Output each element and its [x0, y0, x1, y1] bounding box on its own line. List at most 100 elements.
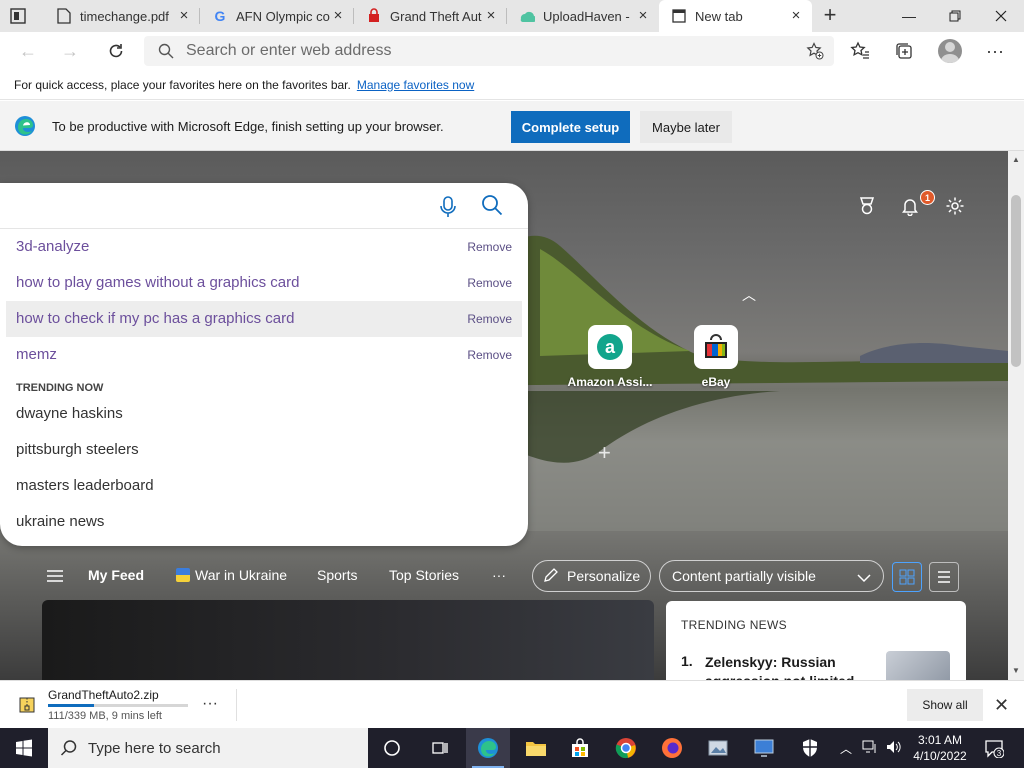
feed-tab-top-stories[interactable]: Top Stories [389, 567, 459, 583]
rewards-icon[interactable] [856, 195, 878, 217]
list-view-button[interactable] [929, 562, 959, 592]
tray-chevron-up-icon[interactable]: ︿ [840, 740, 852, 757]
history-suggestion[interactable]: memz Remove [6, 337, 522, 373]
uploadhaven-icon [519, 8, 535, 24]
add-favorite-icon[interactable] [806, 42, 824, 63]
monitor-app-icon[interactable] [742, 728, 786, 768]
tab-label: AFN Olympic co [236, 8, 330, 24]
close-icon[interactable]: × [483, 8, 499, 24]
pencil-icon [543, 567, 559, 586]
feed-tab-my-feed[interactable]: My Feed [88, 567, 144, 583]
store-icon[interactable] [558, 728, 602, 768]
scrollbar-thumb[interactable] [1011, 195, 1021, 367]
feed-hero-card[interactable] [42, 600, 654, 680]
toolbar: ← → ··· [0, 32, 1024, 70]
quick-link-amazon[interactable]: a Amazon Assi... [565, 325, 655, 389]
scroll-down-icon[interactable]: ▼ [1012, 666, 1020, 675]
show-all-button[interactable]: Show all [907, 689, 983, 721]
tab-afn-olympic[interactable]: G AFN Olympic co × [200, 0, 354, 32]
download-more-icon[interactable]: ··· [202, 695, 218, 713]
taskbar-clock[interactable]: 3:01 AM 4/10/2022 [912, 732, 968, 764]
tab-grand-theft-auto[interactable]: Grand Theft Aut × [354, 0, 507, 32]
remove-link[interactable]: Remove [467, 276, 512, 290]
close-icon[interactable]: × [788, 8, 804, 24]
manage-favorites-link[interactable]: Manage favorites now [357, 78, 474, 92]
trending-suggestion[interactable]: ukraine news [16, 513, 104, 530]
address-input[interactable] [186, 36, 776, 66]
back-icon[interactable]: ← [16, 39, 40, 63]
task-view-icon[interactable] [370, 728, 414, 768]
more-menu-icon[interactable]: ··· [984, 40, 1006, 62]
profile-avatar[interactable] [938, 39, 962, 63]
trending-suggestion[interactable]: masters leaderboard [16, 477, 154, 494]
personalize-button[interactable]: Personalize [532, 560, 651, 592]
remove-link[interactable]: Remove [467, 348, 512, 362]
edge-taskbar-icon[interactable] [466, 728, 510, 768]
taskbar-search-box[interactable]: Type here to search [48, 728, 368, 768]
close-icon[interactable]: × [176, 8, 192, 24]
feed-tab-sports[interactable]: Sports [317, 567, 357, 583]
close-icon[interactable]: × [330, 8, 346, 24]
notifications-icon[interactable] [899, 195, 921, 217]
address-bar[interactable] [144, 36, 834, 66]
quick-link-label: Amazon Assi... [567, 375, 653, 389]
minimize-icon[interactable]: — [886, 0, 932, 32]
file-explorer-icon[interactable] [514, 728, 558, 768]
windows-start-icon[interactable] [0, 728, 48, 768]
add-site-icon[interactable]: + [598, 440, 611, 466]
tab-label: New tab [695, 8, 743, 24]
collapse-chevron-up-icon[interactable]: ︿ [742, 285, 756, 305]
trending-suggestion[interactable]: pittsburgh steelers [16, 441, 139, 458]
news-thumbnail[interactable] [886, 651, 950, 680]
tab-actions-icon[interactable] [8, 6, 36, 26]
collections-icon[interactable] [893, 40, 915, 62]
forward-icon[interactable]: → [58, 39, 82, 63]
feed-navigation: My Feed War in Ukraine Sports Top Storie… [0, 552, 1008, 598]
widgets-icon[interactable] [418, 728, 462, 768]
microphone-icon[interactable] [438, 195, 458, 222]
tab-timechange[interactable]: timechange.pdf × [44, 0, 200, 32]
download-filename[interactable]: GrandTheftAuto2.zip [48, 688, 159, 702]
new-tab-button[interactable]: + [818, 4, 842, 28]
remove-link[interactable]: Remove [467, 312, 512, 326]
network-icon[interactable] [862, 740, 878, 757]
firefox-icon[interactable] [650, 728, 694, 768]
favorites-icon[interactable] [849, 40, 871, 62]
history-suggestion[interactable]: 3d-analyze Remove [6, 229, 522, 265]
history-suggestion[interactable]: how to play games without a graphics car… [6, 265, 522, 301]
feed-more-icon[interactable]: ··· [492, 567, 506, 583]
refresh-icon[interactable] [104, 39, 128, 63]
volume-icon[interactable] [886, 740, 902, 757]
close-icon[interactable]: ✕ [994, 695, 1009, 716]
remove-link[interactable]: Remove [467, 240, 512, 254]
feed-tab-war-in-ukraine[interactable]: War in Ukraine [176, 567, 287, 583]
pdf-icon [56, 8, 72, 24]
grid-view-button[interactable] [892, 562, 922, 592]
page-scrollbar[interactable]: ▲ ▼ [1008, 151, 1024, 680]
trending-news-header: TRENDING NEWS [681, 618, 787, 632]
image-app-icon[interactable] [696, 728, 740, 768]
tab-new-tab[interactable]: New tab × [659, 0, 812, 32]
trending-suggestion[interactable]: dwayne haskins [16, 405, 123, 422]
action-center-icon[interactable]: 3 [984, 738, 1005, 761]
content-visibility-dropdown[interactable]: Content partially visible [659, 560, 884, 592]
tab-label: UploadHaven - [543, 8, 630, 24]
settings-gear-icon[interactable] [944, 195, 966, 217]
complete-setup-button[interactable]: Complete setup [511, 111, 630, 143]
history-suggestion[interactable]: how to check if my pc has a graphics car… [6, 301, 522, 337]
trending-news-title[interactable]: Zelenskyy: Russian aggression not limite… [705, 653, 865, 680]
window-close-icon[interactable] [978, 0, 1024, 32]
scroll-up-icon[interactable]: ▲ [1012, 155, 1020, 164]
close-icon[interactable]: × [635, 8, 651, 24]
chrome-icon[interactable] [604, 728, 648, 768]
tab-uploadhaven[interactable]: UploadHaven - × [507, 0, 659, 32]
hamburger-menu-icon[interactable] [46, 569, 64, 586]
security-shield-icon[interactable] [788, 728, 832, 768]
search-suggestions-panel: 3d-analyze Remove how to play games with… [0, 183, 528, 546]
search-icon[interactable] [481, 194, 503, 219]
restore-icon[interactable] [932, 0, 978, 32]
quick-link-ebay[interactable]: eBay [671, 325, 761, 389]
trending-news-card[interactable]: TRENDING NEWS 1. Zelenskyy: Russian aggr… [666, 601, 966, 680]
maybe-later-button[interactable]: Maybe later [640, 111, 732, 143]
feed-tab-label: War in Ukraine [195, 567, 288, 583]
